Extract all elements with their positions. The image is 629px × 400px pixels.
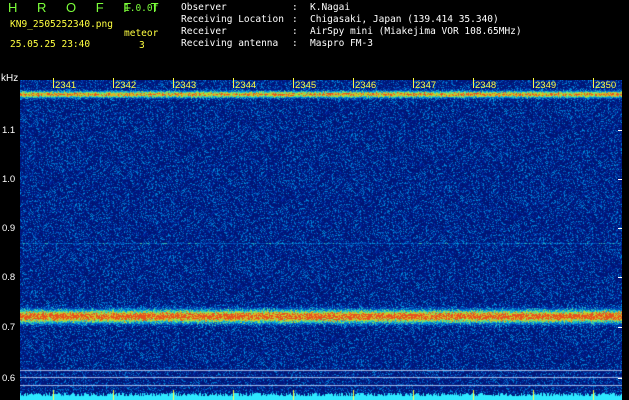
location-value: Chigasaki, Japan (139.414 35.340): [310, 14, 499, 25]
minute-label: 2343: [175, 80, 197, 91]
receiver-label: Receiver: [181, 26, 227, 37]
freq-tick-label: 0.6: [2, 373, 16, 384]
timestamp: 25.05.25 23:40: [10, 39, 91, 50]
antenna-colon: :: [292, 38, 298, 49]
minute-tick-mark: [113, 78, 114, 88]
freq-tick-mark: [618, 378, 622, 379]
freq-tick-mark: [618, 130, 622, 131]
minute-label: 2350: [595, 80, 617, 91]
meteor-count: 3: [139, 40, 145, 51]
minute-tick-mark: [233, 78, 234, 88]
minute-label: 2349: [535, 80, 557, 91]
minute-tick-mark: [593, 78, 594, 88]
observer-label: Observer: [181, 2, 227, 13]
hroftt-window: H R O F F T 1.0.0f KN9_2505252340.png 25…: [0, 0, 629, 400]
minute-tick-mark: [533, 78, 534, 88]
freq-tick-label: 0.9: [2, 223, 16, 234]
freq-tick-label: 0.7: [2, 322, 16, 333]
location-label: Receiving Location: [181, 14, 284, 25]
minute-label: 2348: [475, 80, 497, 91]
antenna-value: Maspro FM-3: [310, 38, 373, 49]
file-name: KN9_2505252340.png: [10, 19, 113, 30]
minute-tick-mark: [413, 78, 414, 88]
receiver-colon: :: [292, 26, 298, 37]
spectrogram-canvas: [20, 80, 622, 400]
observer-value: K.Nagai: [310, 2, 351, 13]
freq-tick-label: 0.8: [2, 272, 16, 283]
minute-tick-mark: [53, 78, 54, 88]
freq-tick-mark: [618, 228, 622, 229]
minute-label: 2341: [55, 80, 77, 91]
frequency-axis-unit: kHz: [1, 73, 19, 84]
minute-label: 2345: [295, 80, 317, 91]
minute-label: 2342: [115, 80, 137, 91]
freq-tick-mark: [618, 179, 622, 180]
freq-tick-mark: [618, 277, 622, 278]
minute-tick-mark: [473, 78, 474, 88]
minute-tick-mark: [173, 78, 174, 88]
receiver-value: AirSpy mini (Miakejima VOR 108.65MHz): [310, 26, 522, 37]
minute-label: 2344: [235, 80, 257, 91]
location-colon: :: [292, 14, 298, 25]
minute-tick-mark: [293, 78, 294, 88]
freq-tick-label: 1.1: [2, 125, 16, 136]
freq-tick-mark: [618, 327, 622, 328]
freq-tick-label: 1.0: [2, 174, 16, 185]
antenna-label: Receiving antenna: [181, 38, 279, 49]
header-panel: H R O F F T 1.0.0f KN9_2505252340.png 25…: [0, 0, 629, 80]
observer-colon: :: [292, 2, 298, 13]
app-version: 1.0.0f: [124, 3, 159, 14]
minute-label: 2346: [355, 80, 377, 91]
meteor-label: meteor: [124, 28, 159, 39]
minute-label: 2347: [415, 80, 437, 91]
minute-tick-mark: [353, 78, 354, 88]
